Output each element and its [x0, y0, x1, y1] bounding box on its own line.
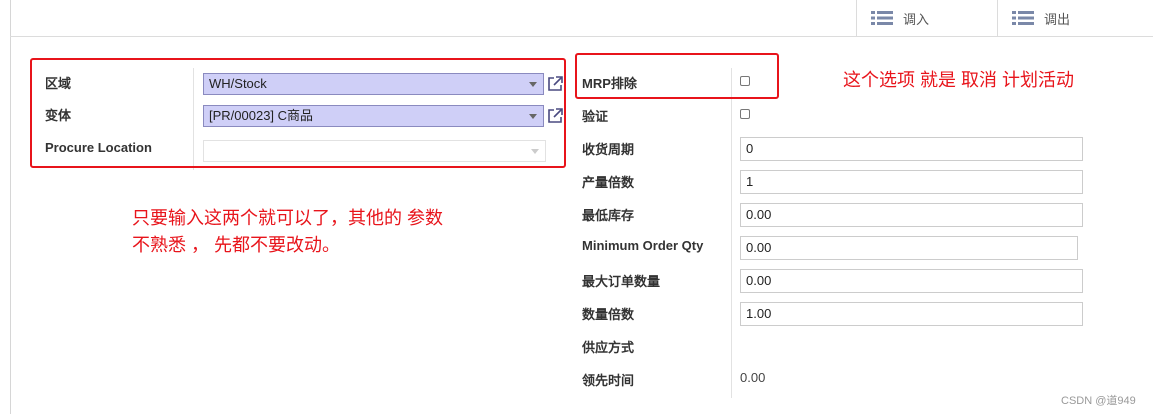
lead-time-value: 0.00: [740, 370, 766, 385]
verify-checkbox[interactable]: [740, 109, 750, 119]
transfer-out-button[interactable]: 调出: [997, 0, 1144, 36]
supply-method-label: 供应方式: [582, 340, 635, 355]
input-annotation-note-line1: 只要输入这两个就可以了，其他的 参数: [132, 208, 443, 228]
lead-time-label: 领先时间: [582, 373, 635, 388]
min-order-qty-label: Minimum Order Qty: [582, 238, 704, 253]
min-stock-input[interactable]: 0.00: [740, 203, 1083, 227]
label-separator: [731, 68, 732, 398]
max-order-qty-label: 最大订单数量: [582, 274, 661, 289]
watermark: CSDN @道949: [1061, 395, 1136, 407]
min-stock-label: 最低库存: [582, 208, 635, 223]
transfer-out-label: 调出: [1044, 11, 1071, 27]
max-order-qty-input[interactable]: 0.00: [740, 269, 1083, 293]
input-annotation-note-line2: 不熟悉 ， 先都不要改动。: [132, 235, 341, 255]
mrp-annotation-note: 这个选项 就是 取消 计划活动: [843, 70, 1075, 90]
transfer-in-label: 调入: [903, 11, 930, 27]
annotation-highlight-box: [30, 58, 566, 168]
list-icon: [1012, 11, 1034, 25]
production-multiple-input[interactable]: 1: [740, 170, 1083, 194]
qty-multiple-label: 数量倍数: [582, 307, 635, 322]
annotation-highlight-box: [575, 53, 779, 99]
verify-label: 验证: [582, 109, 609, 124]
qty-multiple-input[interactable]: 1.00: [740, 302, 1083, 326]
receipt-cycle-input[interactable]: 0: [740, 137, 1083, 161]
list-icon: [871, 11, 893, 25]
receipt-cycle-label: 收货周期: [582, 142, 635, 157]
production-multiple-label: 产量倍数: [582, 175, 635, 190]
min-order-qty-input[interactable]: 0.00: [740, 236, 1078, 260]
transfer-in-button[interactable]: 调入: [856, 0, 998, 36]
